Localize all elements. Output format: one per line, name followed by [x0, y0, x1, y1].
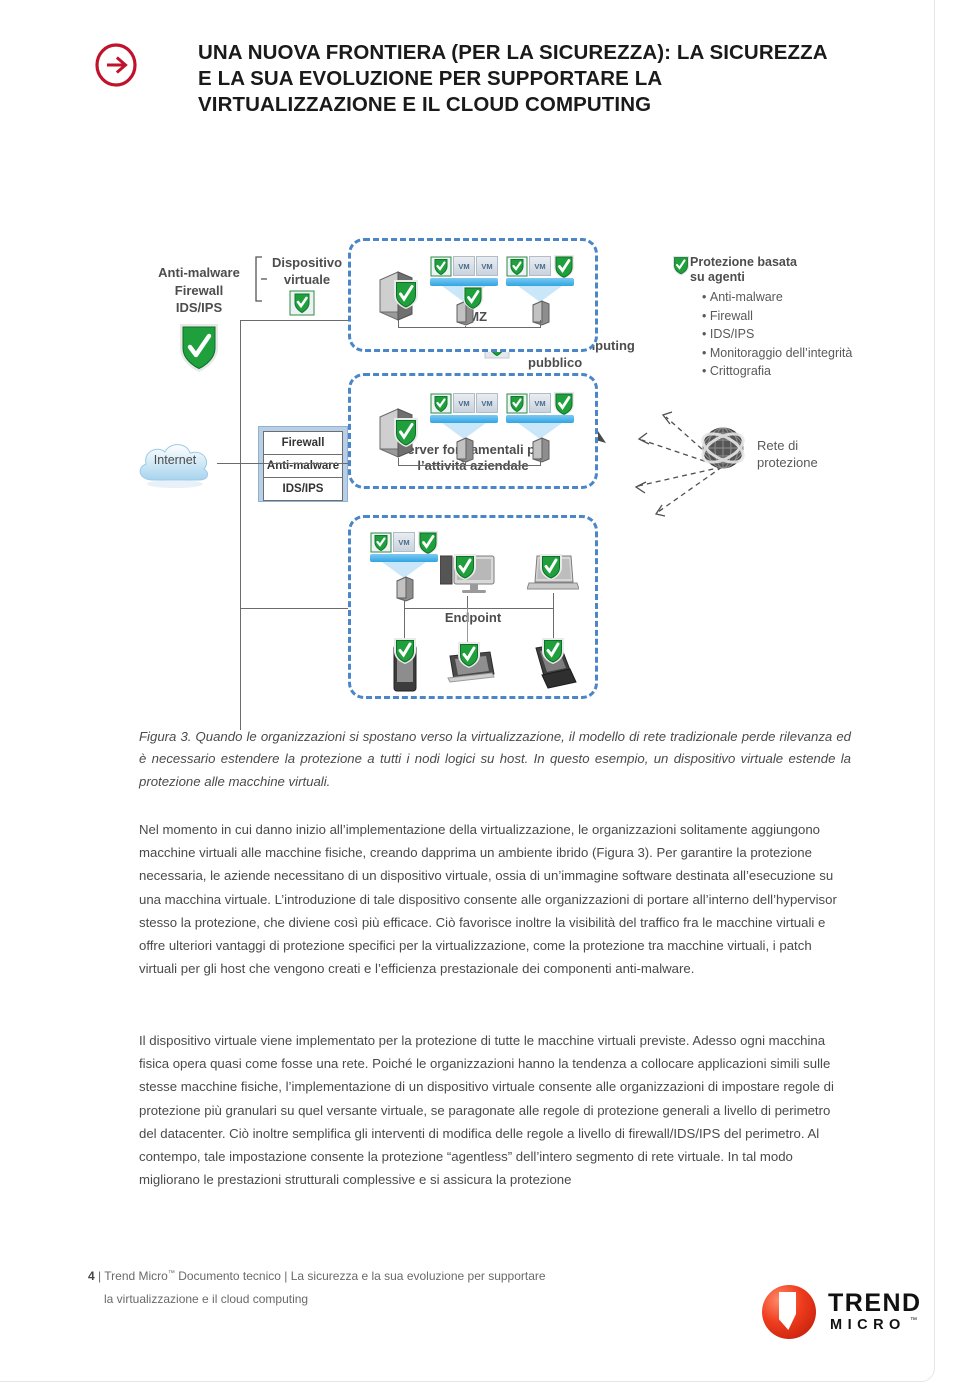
shield-icon-virtual-appliance	[289, 290, 315, 316]
footer-doc-type: Documento tecnico	[178, 1269, 281, 1283]
vm-bar-dmz-2	[506, 278, 574, 286]
shield-icon-large	[180, 324, 218, 372]
body-paragraph-2: Il dispositivo virtuale viene implementa…	[139, 1033, 834, 1188]
agent-item-1: • Firewall	[702, 308, 753, 323]
logo-trend-text: TREND	[828, 1289, 922, 1317]
vm-chip: VM	[529, 393, 551, 413]
wire-srv-host-2	[540, 458, 542, 466]
shield-icon-endpoint-vm-extra	[418, 531, 438, 555]
bracket-icon	[255, 256, 267, 302]
figure-caption: Figura 3. Quando le organizzazioni si sp…	[139, 729, 851, 789]
agent-item-0: • Anti-malware	[702, 290, 783, 304]
shield-icon-agent-protection	[673, 256, 689, 276]
shield-icon-desktop	[454, 554, 476, 580]
vm-bar-srv-1	[430, 415, 498, 423]
vm-group-dmz-1: VM VM	[430, 256, 498, 277]
shield-icon-dmz-host-1	[463, 286, 483, 310]
firewall-row-1: Anti-malware	[263, 454, 343, 478]
wire-srv-server	[398, 458, 400, 466]
agent-protection-block: Protezione basata su agenti • Anti-malwar…	[673, 255, 920, 381]
footer-tm: ™	[167, 1270, 175, 1277]
footer-page-number: 4	[88, 1269, 95, 1283]
body-paragraph-1: Nel momento in cui danno inizio all’impl…	[139, 822, 837, 977]
firewall-row-2: IDS/IPS	[263, 477, 343, 501]
page-title: UNA NUOVA FRONTIERA (PER LA SICUREZZA): …	[198, 41, 827, 117]
footer-sep-1: |	[98, 1269, 102, 1283]
shield-icon-vm-srv-2	[506, 393, 528, 414]
shield-icon-vm-endpoint	[370, 532, 392, 553]
vm-group-srv-2: VM	[506, 392, 576, 417]
shield-icon-netbook	[542, 638, 564, 664]
vm-chip: VM	[453, 393, 475, 413]
wire-ep-laptop	[553, 593, 555, 609]
figure-3-diagram: Cloud computingpubblico Anti-malwareFire…	[0, 160, 960, 730]
footer-brand: Trend Micro	[104, 1269, 168, 1283]
agent-item-3: • Monitoraggio dell’integrità	[702, 345, 853, 360]
wire-dmz-bus	[398, 327, 541, 329]
protection-network-label: Rete di protezione	[757, 438, 818, 470]
circle-arrow-right-icon	[95, 43, 137, 87]
vm-chip: VM	[476, 393, 498, 413]
logo-tm-mark: ™	[910, 1317, 917, 1324]
vm-bar-endpoint	[370, 554, 438, 562]
shield-icon-srv-vm-extra	[554, 392, 574, 416]
footer-doc-title: La sicurezza e la sua evoluzione per sup…	[290, 1269, 546, 1283]
agent-protection-title: Protezione basata su agenti	[690, 255, 797, 284]
shield-icon-dmz-server	[394, 280, 418, 309]
vm-chip: VM	[529, 256, 551, 276]
vm-group-endpoint: VM	[370, 531, 440, 556]
virtual-appliance-label: Dispositivo virtuale	[271, 255, 343, 287]
wire-srv-bus	[398, 465, 541, 467]
firewall-row-0: Firewall	[263, 431, 343, 455]
shield-icon-vm-dmz-2	[506, 256, 528, 277]
vm-chip: VM	[393, 532, 415, 552]
footer-doc-title-2: la virtualizzazione e il cloud computing	[104, 1292, 309, 1306]
zone-endpoint-caption: Endpoint	[444, 610, 502, 625]
vm-group-srv-1: VM VM	[430, 393, 498, 414]
shield-icon-vm-srv-1	[430, 393, 452, 414]
left-protection-label: Anti-malware Firewall IDS/IPS	[158, 265, 240, 315]
vm-chip: VM	[476, 256, 498, 276]
shield-icon-dmz-vm-extra	[554, 255, 574, 279]
wire-endpoint-bus	[404, 608, 554, 610]
agent-item-4: • Crittografia	[702, 364, 771, 378]
server-icon-srv-host-1	[456, 437, 474, 463]
internet-label: Internet	[153, 453, 197, 467]
shield-icon-business-server	[394, 418, 418, 447]
shield-icon-vm-dmz-1	[430, 256, 452, 277]
vm-group-dmz-2: VM	[506, 255, 576, 280]
shield-icon-phone	[394, 638, 416, 664]
shield-icon-tablet	[458, 642, 480, 668]
wire-ep-tablet	[467, 608, 469, 644]
footer-sep-2: |	[284, 1269, 288, 1283]
wire-trunk-vertical	[240, 320, 242, 730]
shield-icon-laptop	[540, 554, 562, 580]
vm-bar-srv-2	[506, 415, 574, 423]
vm-chip: VM	[453, 256, 475, 276]
page-footer: 4 | Trend Micro™ Documento tecnico | La …	[88, 1262, 728, 1311]
logo-micro-text: MICRO	[830, 1317, 906, 1333]
agent-item-2: • IDS/IPS	[702, 327, 755, 341]
globe-network-icon	[701, 427, 745, 469]
trend-micro-orb-icon	[762, 1285, 816, 1339]
trend-micro-logo: TREND MICRO ™	[762, 1283, 927, 1345]
server-icon-endpoint-host	[396, 576, 414, 602]
